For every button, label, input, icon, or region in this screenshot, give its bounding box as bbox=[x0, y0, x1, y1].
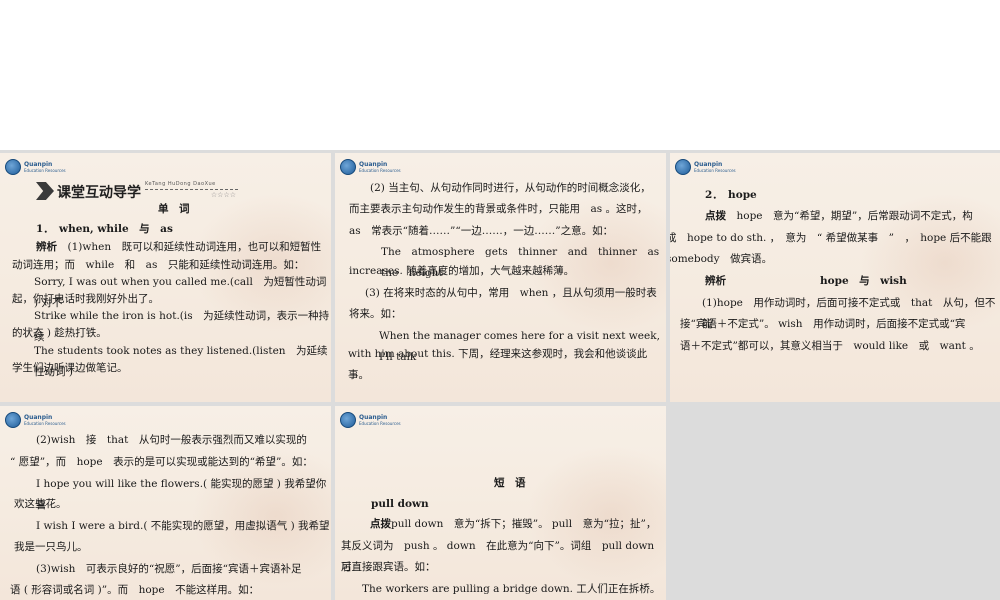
slide-5[interactable]: Quanpin Education Resources 短 语 pull dow… bbox=[335, 406, 666, 600]
text-line: 学生们边听课边做笔记。 bbox=[12, 362, 128, 374]
section-banner: 课堂互动导学 KeTang HuDong DaoXue ☆☆☆☆ bbox=[36, 181, 238, 201]
logo-subtitle: Education Resources bbox=[694, 167, 736, 173]
logo: Quanpin Education Resources bbox=[675, 159, 736, 175]
banner-title: 课堂互动导学 bbox=[57, 185, 141, 201]
text-line: increases. 随着高度的增加，大气越来越稀薄。 bbox=[349, 265, 575, 277]
logo: Quanpin Education Resources bbox=[5, 159, 66, 175]
logo-icon bbox=[340, 159, 356, 175]
double-chevron-icon bbox=[36, 182, 54, 200]
text-line: 可直接跟宾语。如： bbox=[341, 561, 436, 573]
tip-line: 点拨pull down 意为“拆下；摧毁”。 pull 意为“拉；扯”， bbox=[370, 514, 656, 535]
logo-icon bbox=[5, 159, 21, 175]
text-line: with him about this. 下周，经理来这参观时，我会和他谈谈此事… bbox=[348, 348, 648, 381]
tip-label: 点拨 bbox=[705, 210, 726, 222]
banner-decoration: KeTang HuDong DaoXue ☆☆☆☆ bbox=[145, 181, 238, 201]
tip-text: hope 意为“希望，期望”，后常跟动词不定式，构 bbox=[726, 210, 973, 222]
text-line: 我是一只鸟儿。 bbox=[14, 541, 88, 553]
text-line: The workers are pulling a bridge down. 工… bbox=[362, 583, 661, 595]
slide-1[interactable]: Quanpin Education Resources 课堂互动导学 KeTan… bbox=[0, 153, 331, 402]
text-line: (2)wish 接 that 从句时一般表示强烈而又难以实现的 bbox=[36, 434, 307, 446]
text-line: as 常表示“随着……”“一边……，一边……”之意。如： bbox=[349, 225, 614, 237]
analysis-text: (1)when 既可以和延续性动词连用，也可以和短暂性 bbox=[57, 241, 322, 253]
text-line: 语＋不定式”都可以，其意义相当于 would like 或 want 。 bbox=[680, 340, 980, 352]
tip-text: pull down 意为“拆下；摧毁”。 pull 意为“拉；扯”， bbox=[391, 518, 657, 530]
banner-divider bbox=[145, 189, 238, 190]
text-line: 接“宾语＋不定式”。 wish 用作动词时，后面接不定式或“宾 bbox=[680, 318, 966, 330]
banner-pinyin: KeTang HuDong DaoXue bbox=[145, 181, 216, 187]
logo-icon bbox=[675, 159, 691, 175]
text-line: 而主要表示主句动作发生的背景或条件时，只能用 as 。这时， bbox=[349, 203, 648, 215]
tip-line: 点拨 hope 意为“希望，期望”，后常跟动词不定式，构 bbox=[705, 206, 973, 227]
text-line: somebody 做宾语。 bbox=[670, 253, 773, 265]
item-title: pull down bbox=[371, 498, 429, 510]
section-heading: 单 词 bbox=[158, 203, 190, 215]
text-line: I hope you will like the flowers.( 能实现的愿… bbox=[36, 478, 327, 511]
logo-icon bbox=[5, 412, 21, 428]
text-line: 成 hope to do sth. ， 意为 “ 希望做某事 ” ， hope … bbox=[670, 232, 992, 244]
section-heading: 短 语 bbox=[494, 477, 526, 489]
text-line: (3) 在将来时态的从句中，常用 when ，且从句须用一般时表 bbox=[365, 287, 657, 299]
text-line: (3)wish 可表示良好的“祝愿”，后面接“宾语＋宾语补足 bbox=[36, 563, 302, 575]
logo-subtitle: Education Resources bbox=[24, 420, 66, 426]
item-title: 2． hope bbox=[705, 189, 757, 201]
text-line: 语 ( 形容词或名词 )”。而 hope 不能这样用。如： bbox=[10, 584, 260, 596]
text-line: 欢这些花。 bbox=[14, 498, 67, 510]
slide-3[interactable]: Quanpin Education Resources 2． hope 点拨 h… bbox=[670, 153, 1000, 402]
slide-2[interactable]: Quanpin Education Resources (2) 当主句、从句动作… bbox=[335, 153, 666, 402]
analysis-label: 辨析 bbox=[705, 275, 726, 287]
slide-4[interactable]: Quanpin Education Resources (2)wish 接 th… bbox=[0, 406, 331, 600]
text-line: (2) 当主句、从句动作同时进行，从句动作的时间概念淡化， bbox=[370, 182, 651, 194]
logo: Quanpin Education Resources bbox=[340, 159, 401, 175]
tip-label: 点拨 bbox=[370, 518, 391, 530]
text-line: “ 愿望”，而 hope 表示的是可以实现或能达到的“希望”。如： bbox=[10, 456, 313, 468]
logo-subtitle: Education Resources bbox=[359, 420, 401, 426]
logo: Quanpin Education Resources bbox=[340, 412, 401, 428]
logo-subtitle: Education Resources bbox=[359, 167, 401, 173]
star-icons: ☆☆☆☆ bbox=[210, 191, 236, 199]
analysis-topic: hope 与 wish bbox=[820, 275, 907, 287]
analysis-heading: 辨析 hope 与 wish bbox=[705, 271, 985, 292]
logo-icon bbox=[340, 412, 356, 428]
text-line: I wish I were a bird.( 不能实现的愿望，用虚拟语气 ) 我… bbox=[36, 520, 330, 532]
analysis-label: 辨析 bbox=[36, 241, 57, 253]
text-line: 将来。如： bbox=[349, 308, 402, 320]
logo: Quanpin Education Resources bbox=[5, 412, 66, 428]
logo-subtitle: Education Resources bbox=[24, 167, 66, 173]
